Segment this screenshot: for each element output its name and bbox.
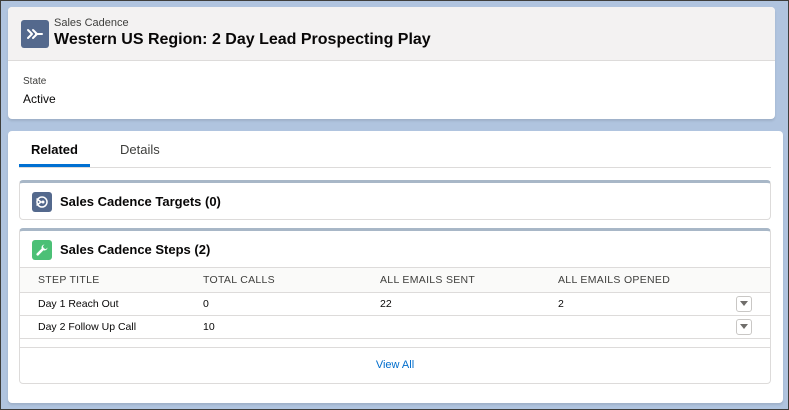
tab-bar: Related Details xyxy=(19,131,771,168)
app-frame: Sales Cadence Western US Region: 2 Day L… xyxy=(0,0,789,410)
emails-opened-cell: 2 xyxy=(558,292,728,316)
total-calls-cell: 10 xyxy=(203,315,380,339)
column-header-step-title[interactable]: STEP TITLE xyxy=(20,267,203,293)
row-actions-cell xyxy=(728,292,770,316)
emails-sent-cell: 22 xyxy=(380,292,558,316)
total-calls-cell: 0 xyxy=(203,292,380,316)
chevron-down-icon xyxy=(740,301,748,306)
main-panel: Related Details Sales Cadence Targets (0… xyxy=(8,131,783,403)
sales-cadence-targets-card: Sales Cadence Targets (0) xyxy=(19,180,771,220)
tab-related[interactable]: Related xyxy=(19,142,90,167)
chevron-down-icon xyxy=(740,324,748,329)
row-actions-cell xyxy=(728,315,770,339)
column-header-emails-opened[interactable]: ALL EMAILS OPENED xyxy=(558,267,728,293)
column-header-actions xyxy=(728,267,770,293)
arrow-forward-icon xyxy=(21,20,49,48)
column-header-emails-sent[interactable]: ALL EMAILS SENT xyxy=(380,267,558,293)
state-field-label: State xyxy=(23,76,47,87)
view-all-link[interactable]: View All xyxy=(20,348,770,382)
targets-card-title[interactable]: Sales Cadence Targets (0) xyxy=(60,194,221,209)
steps-card-title[interactable]: Sales Cadence Steps (2) xyxy=(60,242,210,257)
step-title-cell[interactable]: Day 1 Reach Out xyxy=(20,292,203,316)
row-action-menu-button[interactable] xyxy=(736,296,752,312)
record-header-top: Sales Cadence Western US Region: 2 Day L… xyxy=(8,7,775,61)
emails-sent-cell xyxy=(380,315,558,339)
tab-details[interactable]: Details xyxy=(120,142,160,166)
step-title-cell[interactable]: Day 2 Follow Up Call xyxy=(20,315,203,339)
wrench-icon xyxy=(32,240,52,260)
column-header-total-calls[interactable]: TOTAL CALLS xyxy=(203,267,380,293)
steps-table: STEP TITLE TOTAL CALLS ALL EMAILS SENT A… xyxy=(20,267,770,348)
record-title: Western US Region: 2 Day Lead Prospectin… xyxy=(54,31,431,48)
state-field-value: Active xyxy=(23,92,56,106)
table-row: Day 1 Reach Out 0 22 2 xyxy=(20,292,770,316)
table-spacer-row xyxy=(20,338,770,348)
emails-opened-cell xyxy=(558,315,728,339)
card-header: Sales Cadence Steps (2) xyxy=(20,231,770,267)
table-row: Day 2 Follow Up Call 10 xyxy=(20,315,770,339)
table-header-row: STEP TITLE TOTAL CALLS ALL EMAILS SENT A… xyxy=(20,267,770,293)
row-action-menu-button[interactable] xyxy=(736,319,752,335)
target-icon xyxy=(32,192,52,212)
object-type-label: Sales Cadence xyxy=(54,17,129,29)
card-header: Sales Cadence Targets (0) xyxy=(20,183,770,219)
record-header: Sales Cadence Western US Region: 2 Day L… xyxy=(8,7,775,119)
sales-cadence-steps-card: Sales Cadence Steps (2) STEP TITLE TOTAL… xyxy=(19,228,771,384)
